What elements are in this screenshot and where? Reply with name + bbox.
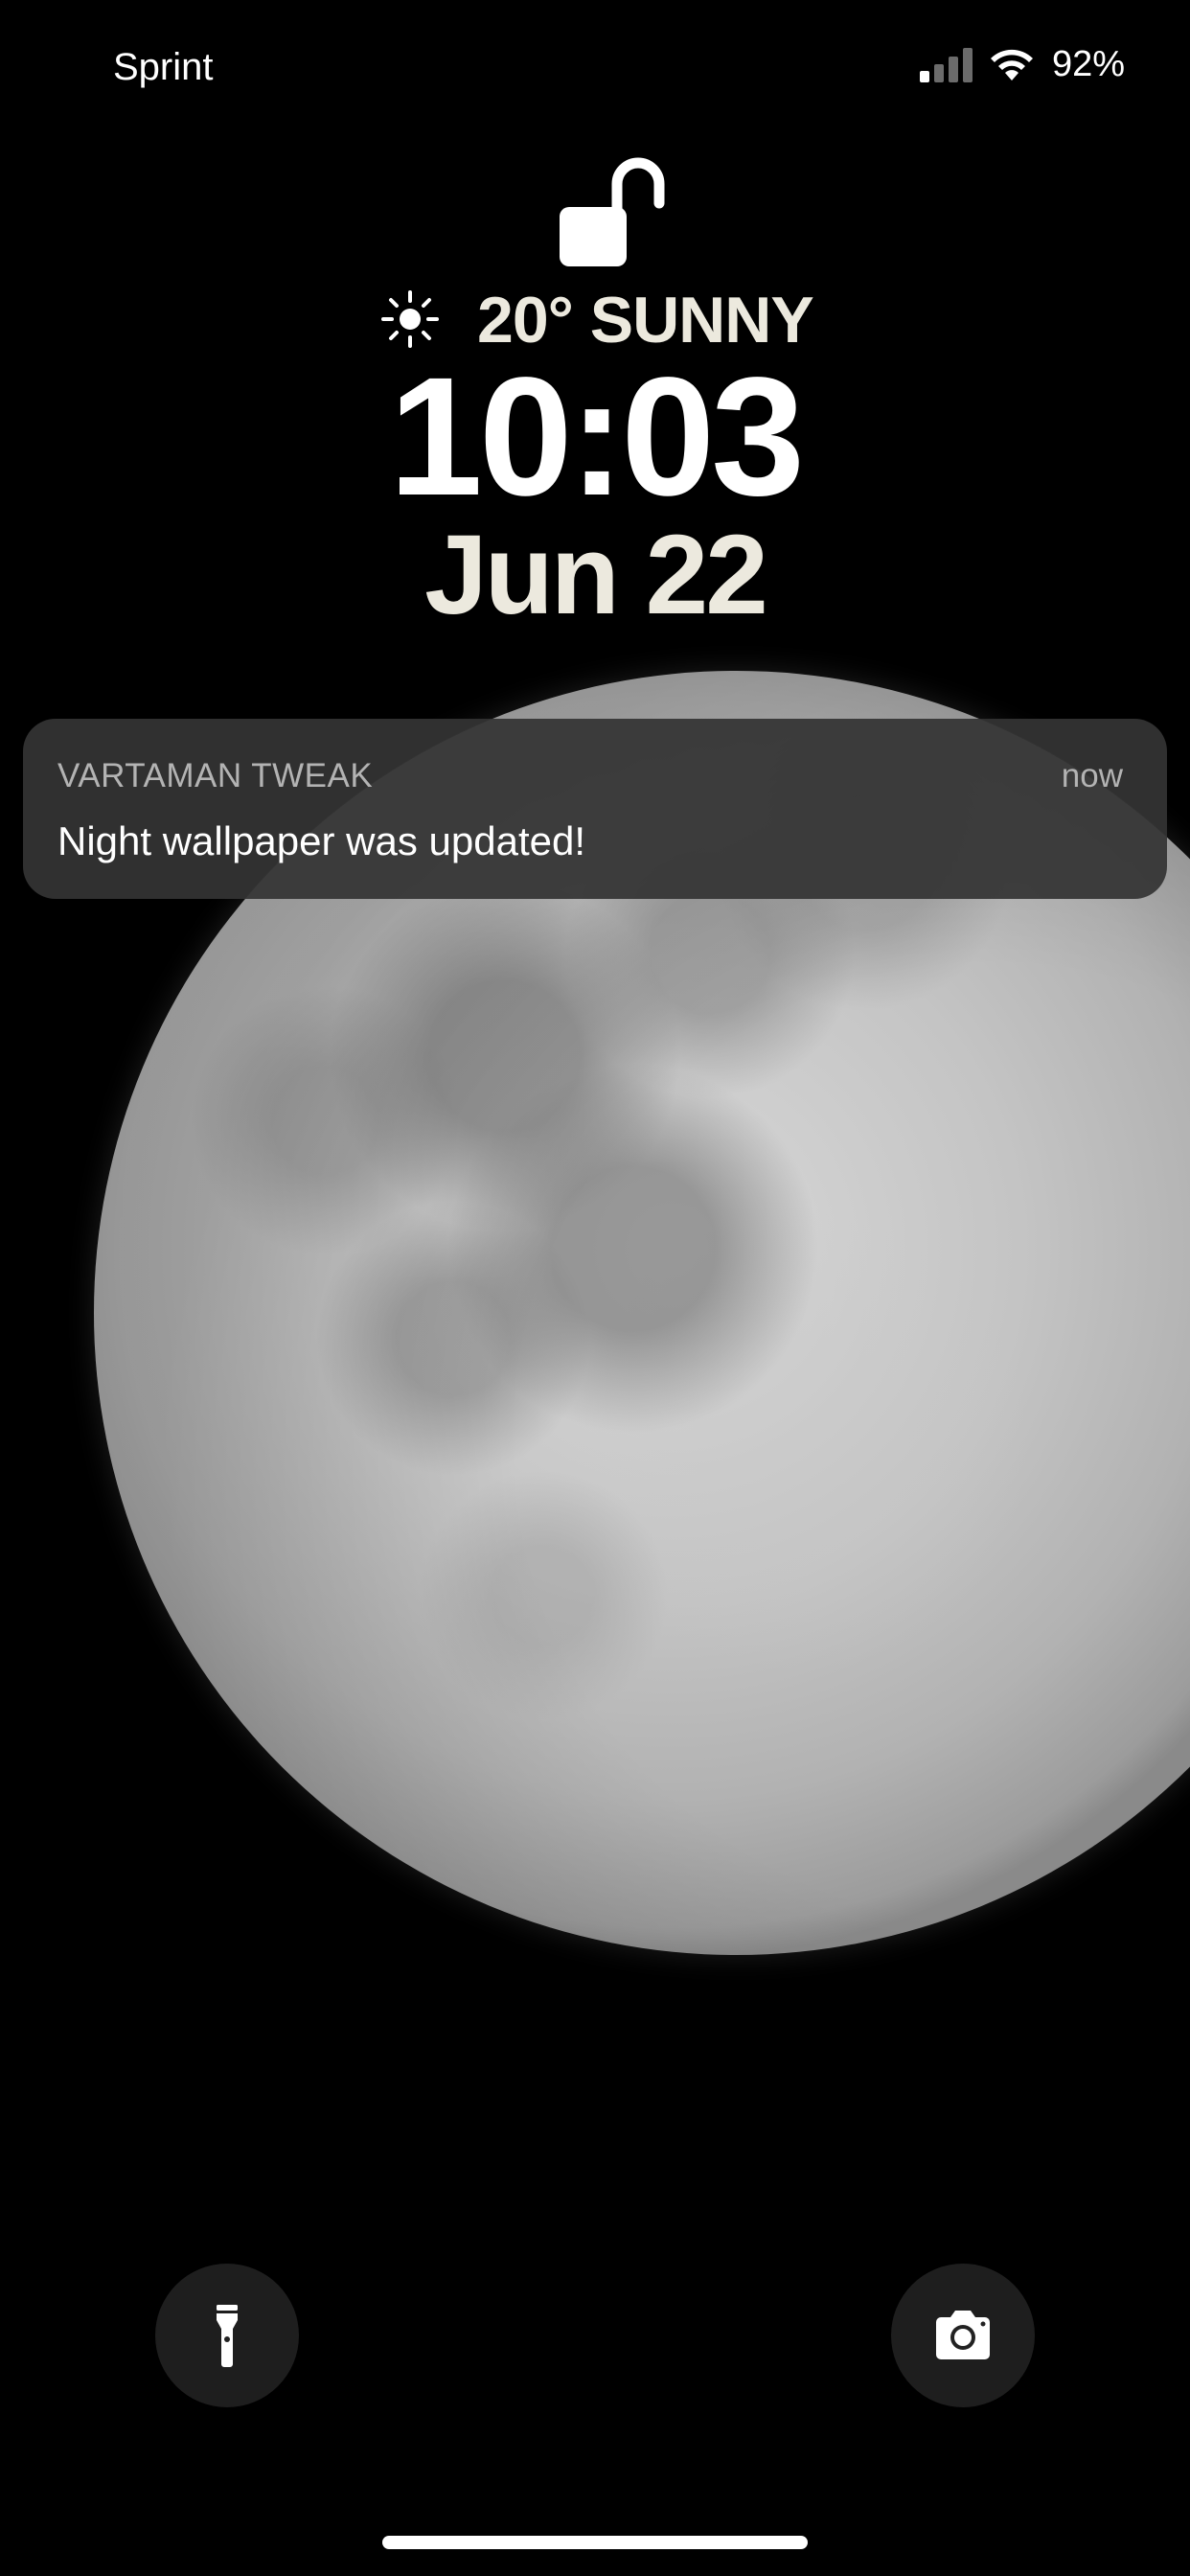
carrier-name: Sprint	[113, 46, 214, 88]
home-indicator[interactable]	[382, 2536, 808, 2549]
flashlight-icon	[217, 2305, 238, 2367]
notification-card[interactable]: VARTAMAN TWEAK now Night wallpaper was u…	[23, 719, 1167, 899]
flashlight-button[interactable]	[155, 2264, 299, 2407]
signal-bar	[934, 64, 944, 82]
lock-screen: Sprint 92% 20° SUNNY 10:03 Jun 22 VARTAM…	[0, 0, 1190, 2576]
clock-time: 10:03	[388, 343, 805, 531]
notification-message: Night wallpaper was updated!	[57, 818, 586, 863]
signal-bar	[920, 71, 929, 82]
notification-app-name: VARTAMAN TWEAK	[57, 757, 374, 794]
camera-button[interactable]	[891, 2264, 1035, 2407]
cellular-signal-icon	[920, 48, 973, 82]
unlocked-padlock-icon	[560, 157, 665, 266]
signal-bar	[963, 48, 973, 82]
status-bar: Sprint 92%	[0, 0, 1190, 134]
signal-bar	[949, 57, 958, 82]
wifi-icon	[991, 49, 1033, 80]
clock-date: Jun 22	[424, 512, 768, 638]
battery-percentage: 92%	[1052, 44, 1126, 84]
notification-time: now	[1061, 757, 1123, 794]
camera-icon	[936, 2311, 990, 2359]
